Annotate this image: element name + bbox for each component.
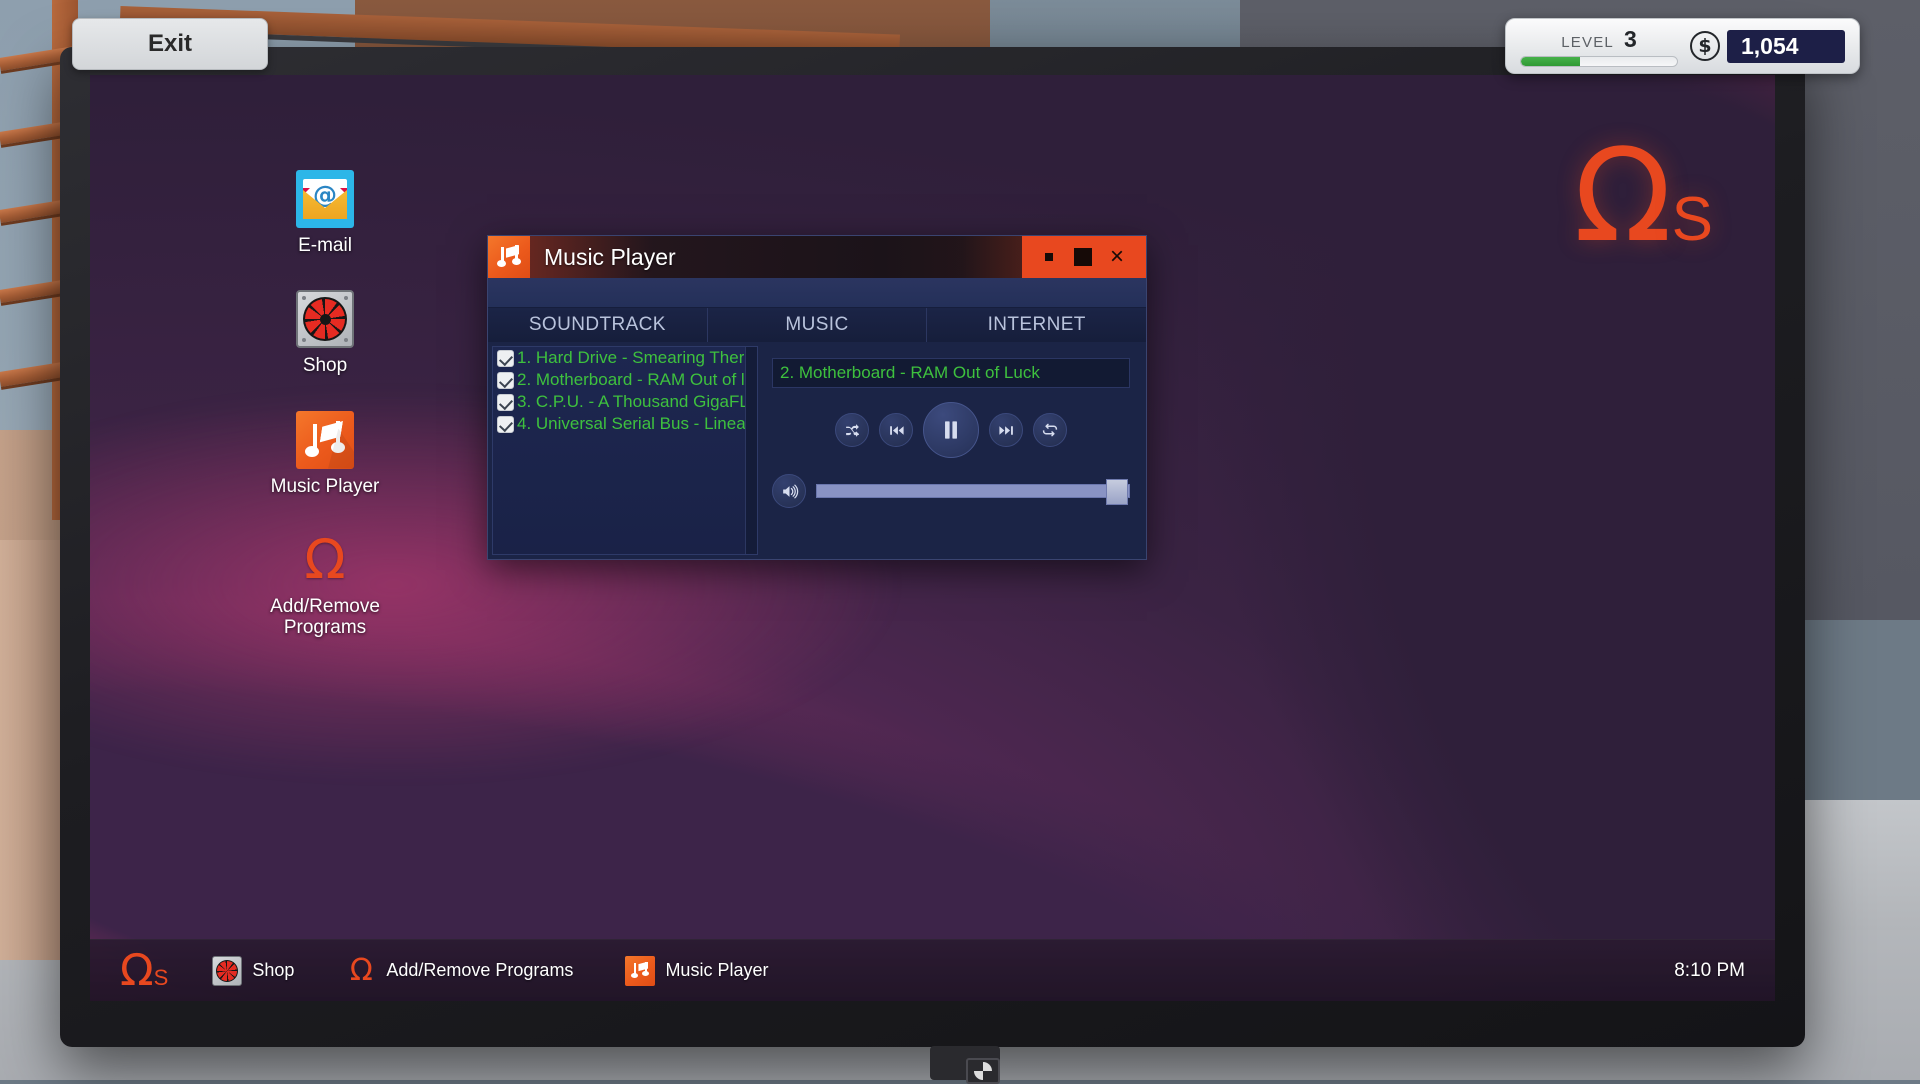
desktop-icon-email[interactable]: @ E-mail bbox=[230, 170, 420, 256]
omega-glyph: Ω bbox=[350, 958, 373, 984]
taskbar-item-label: Music Player bbox=[665, 961, 768, 980]
music-note-icon bbox=[625, 956, 655, 986]
omega-icon: Ω bbox=[120, 949, 154, 993]
window-title: Music Player bbox=[544, 244, 676, 271]
tab-soundtrack[interactable]: SOUNDTRACK bbox=[488, 308, 708, 342]
dollar-icon: $ bbox=[1690, 31, 1720, 61]
level-label: LEVEL bbox=[1561, 34, 1614, 51]
tab-music[interactable]: MUSIC bbox=[708, 308, 928, 342]
player-body: 1. Hard Drive - Smearing Ther 2. Motherb… bbox=[488, 342, 1146, 559]
close-button[interactable]: × bbox=[1100, 236, 1134, 278]
track-checkbox[interactable] bbox=[497, 372, 514, 389]
previous-button[interactable] bbox=[879, 413, 913, 447]
taskbar-item-add-remove-programs[interactable]: Ω Add/Remove Programs bbox=[346, 956, 573, 986]
xp-progress-bar bbox=[1520, 56, 1678, 67]
desktop-icon-label: Shop bbox=[303, 355, 347, 376]
now-playing-display: 2. Motherboard - RAM Out of Luck bbox=[772, 358, 1130, 388]
volume-button[interactable] bbox=[772, 474, 806, 508]
track-label: 1. Hard Drive - Smearing Ther bbox=[517, 348, 744, 368]
taskbar-item-label: Add/Remove Programs bbox=[386, 961, 573, 980]
track-label: 2. Motherboard - RAM Out of l bbox=[517, 370, 745, 390]
tab-label: SOUNDTRACK bbox=[529, 314, 666, 336]
os-logo-watermark: ΩS bbox=[1574, 133, 1713, 261]
window-controls: × bbox=[1022, 236, 1146, 278]
desktop-icon-label: Add/Remove Programs bbox=[230, 596, 420, 639]
omega-icon: Ω bbox=[1574, 122, 1672, 271]
track-checkbox[interactable] bbox=[497, 416, 514, 433]
monitor-fan-badge-icon bbox=[966, 1058, 1000, 1084]
next-icon bbox=[998, 422, 1015, 439]
track-checkbox[interactable] bbox=[497, 394, 514, 411]
desktop-icon-label: Music Player bbox=[271, 476, 380, 497]
start-menu-button[interactable]: ΩS bbox=[120, 949, 168, 993]
repeat-button[interactable] bbox=[1033, 413, 1067, 447]
repeat-icon bbox=[1041, 421, 1059, 439]
close-icon: × bbox=[1110, 245, 1124, 269]
omega-glyph: Ω bbox=[304, 537, 345, 583]
os-logo-suffix: S bbox=[1672, 185, 1713, 254]
pause-button[interactable] bbox=[923, 402, 979, 458]
player-tab-bar: SOUNDTRACK MUSIC INTERNET bbox=[488, 308, 1146, 342]
monitor-bezel: ΩS @ E-mail Shop bbox=[60, 47, 1805, 1047]
track-checkbox[interactable] bbox=[497, 350, 514, 367]
taskbar-item-music-player[interactable]: Music Player bbox=[625, 956, 768, 986]
exit-button[interactable]: Exit bbox=[72, 18, 268, 70]
shuffle-icon bbox=[844, 422, 861, 439]
track-label: 3. C.P.U. - A Thousand GigaFLƆ bbox=[517, 392, 751, 412]
xp-progress-fill bbox=[1521, 57, 1580, 66]
omega-icon: Ω bbox=[296, 531, 354, 589]
playlist-item[interactable]: 3. C.P.U. - A Thousand GigaFLƆ bbox=[493, 391, 757, 413]
transport-controls bbox=[772, 402, 1130, 458]
omega-icon: Ω bbox=[346, 956, 376, 986]
playlist-item[interactable]: 1. Hard Drive - Smearing Ther bbox=[493, 347, 757, 369]
game-hud: LEVEL 3 $ 1,054 bbox=[1505, 18, 1860, 74]
volume-slider[interactable] bbox=[816, 484, 1130, 498]
now-playing-text: 2. Motherboard - RAM Out of Luck bbox=[780, 363, 1040, 383]
volume-row bbox=[772, 474, 1130, 508]
track-label: 4. Universal Serial Bus - Linear bbox=[517, 414, 751, 434]
tab-internet[interactable]: INTERNET bbox=[927, 308, 1146, 342]
playlist-item[interactable]: 4. Universal Serial Bus - Linear bbox=[493, 413, 757, 435]
taskbar-item-shop[interactable]: Shop bbox=[212, 956, 294, 986]
player-controls-pane: 2. Motherboard - RAM Out of Luck bbox=[758, 346, 1142, 555]
money-display: $ 1,054 bbox=[1690, 30, 1845, 63]
maximize-icon bbox=[1074, 248, 1092, 266]
hard-drive-fan-icon bbox=[212, 956, 242, 986]
tab-label: MUSIC bbox=[785, 314, 848, 336]
email-icon: @ bbox=[296, 170, 354, 228]
desktop-icon-shop[interactable]: Shop bbox=[230, 290, 420, 376]
desktop-icon-list: @ E-mail Shop bbox=[230, 170, 420, 672]
level-meter: LEVEL 3 bbox=[1520, 26, 1678, 67]
playlist-pane[interactable]: 1. Hard Drive - Smearing Ther 2. Motherb… bbox=[492, 346, 758, 555]
speaker-icon bbox=[780, 482, 799, 501]
tab-label: INTERNET bbox=[988, 314, 1086, 336]
playlist-item[interactable]: 2. Motherboard - RAM Out of l bbox=[493, 369, 757, 391]
taskbar-clock: 8:10 PM bbox=[1674, 960, 1745, 982]
level-value: 3 bbox=[1624, 26, 1637, 53]
music-note-icon bbox=[296, 411, 354, 469]
desktop-icon-label: E-mail bbox=[298, 235, 352, 256]
os-logo-suffix: S bbox=[154, 967, 169, 989]
taskbar: ΩS Shop Ω Add/Remove Programs bbox=[90, 939, 1775, 1001]
volume-slider-handle[interactable] bbox=[1106, 479, 1128, 505]
window-titlebar[interactable]: Music Player × bbox=[488, 236, 1146, 278]
desktop-icon-add-remove-programs[interactable]: Ω Add/Remove Programs bbox=[230, 531, 420, 639]
music-note-icon bbox=[488, 236, 530, 278]
minimize-icon bbox=[1045, 253, 1053, 261]
previous-icon bbox=[888, 422, 905, 439]
next-button[interactable] bbox=[989, 413, 1023, 447]
music-player-window[interactable]: Music Player × SOUNDTRACK MUSIC INTERNET… bbox=[487, 235, 1147, 560]
taskbar-item-label: Shop bbox=[252, 961, 294, 980]
pause-icon bbox=[938, 417, 964, 443]
desktop-screen: ΩS @ E-mail Shop bbox=[90, 75, 1775, 1001]
shuffle-button[interactable] bbox=[835, 413, 869, 447]
maximize-button[interactable] bbox=[1066, 236, 1100, 278]
hard-drive-fan-icon bbox=[296, 290, 354, 348]
minimize-button[interactable] bbox=[1032, 236, 1066, 278]
money-value: 1,054 bbox=[1727, 30, 1845, 63]
window-toolbar bbox=[488, 278, 1146, 308]
desktop-icon-music-player[interactable]: Music Player bbox=[230, 411, 420, 497]
playlist-scrollbar[interactable] bbox=[745, 347, 757, 554]
